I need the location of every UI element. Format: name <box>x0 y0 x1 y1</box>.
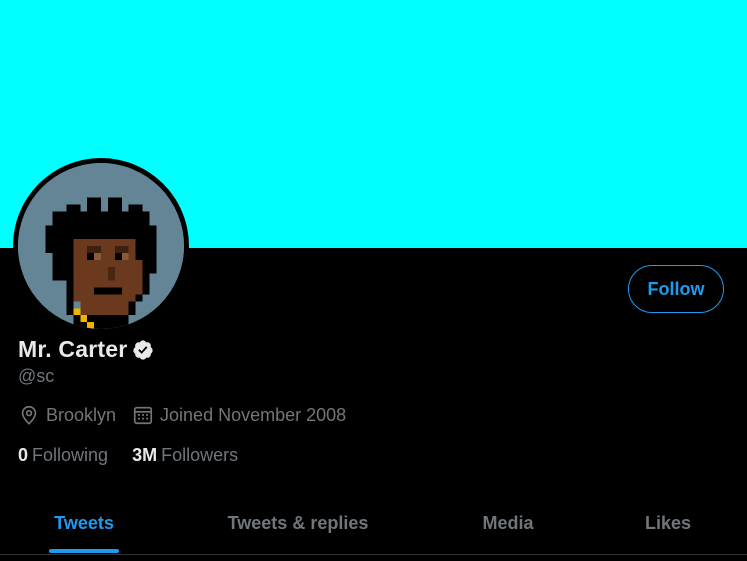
calendar-icon <box>133 406 153 425</box>
joined-item: Joined November 2008 <box>132 404 346 426</box>
profile-tabs: Tweets Tweets & replies Media Likes <box>0 496 747 554</box>
profile-meta: Brooklyn Joined November 2008 <box>18 404 362 426</box>
location-pin-icon <box>21 405 37 425</box>
tab-tweets[interactable]: Tweets <box>0 496 168 550</box>
tab-likes[interactable]: Likes <box>588 496 747 550</box>
followers-count: 3M <box>132 445 158 465</box>
follow-button[interactable]: Follow <box>628 265 724 313</box>
tab-media[interactable]: Media <box>428 496 588 550</box>
location-item: Brooklyn <box>18 404 116 426</box>
followers-link[interactable]: 3M Followers <box>132 445 238 466</box>
joined-text: Joined November 2008 <box>160 404 347 425</box>
profile-stats: 0 Following 3M Followers <box>18 445 262 466</box>
tabs-divider <box>0 554 747 555</box>
tab-tweets-and-replies[interactable]: Tweets & replies <box>168 496 428 550</box>
location-text: Brooklyn <box>46 404 117 425</box>
verified-badge-icon[interactable] <box>132 339 154 361</box>
avatar[interactable] <box>13 158 189 334</box>
following-label: Following <box>32 445 109 465</box>
active-tab-indicator <box>49 549 119 553</box>
user-handle: @sc <box>18 366 55 386</box>
followers-label: Followers <box>161 445 239 465</box>
avatar-image <box>18 163 184 329</box>
display-name: Mr. Carter <box>18 336 128 362</box>
following-count: 0 <box>18 445 29 465</box>
profile-name-row: Mr. Carter <box>18 336 154 363</box>
following-link[interactable]: 0 Following <box>18 445 108 466</box>
